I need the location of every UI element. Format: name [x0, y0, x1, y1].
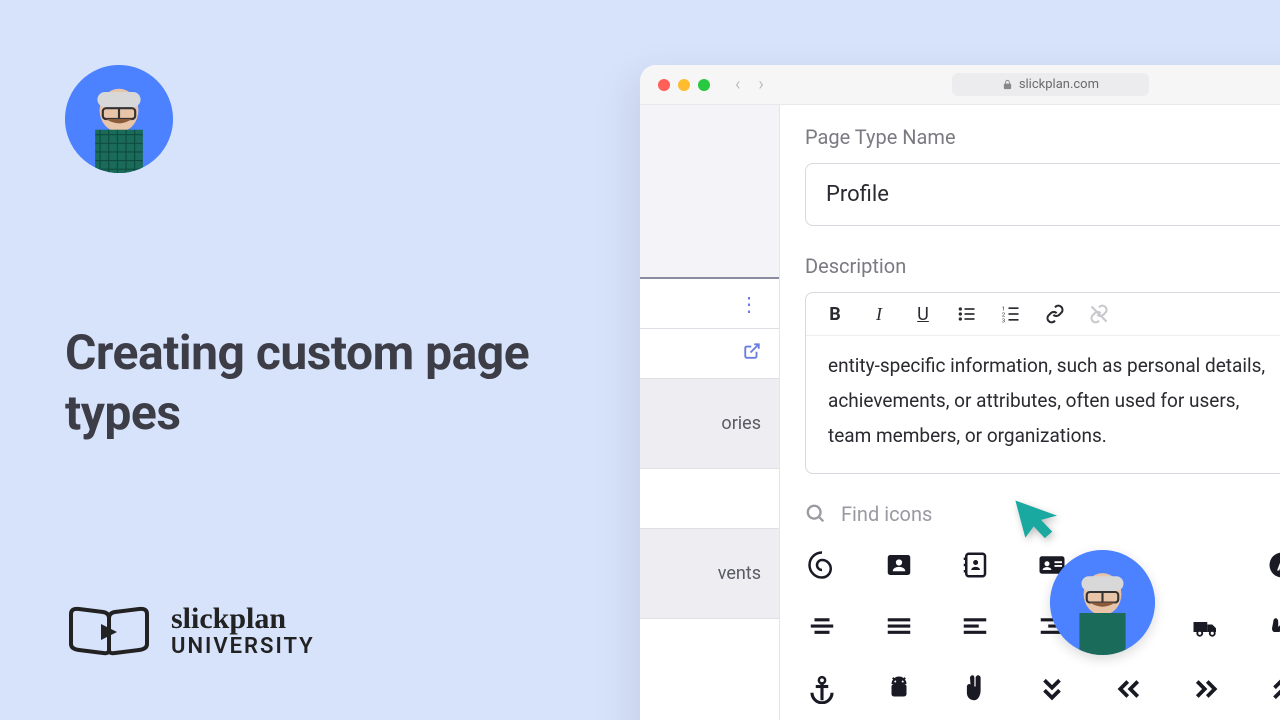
bullet-list-button[interactable] — [956, 303, 978, 325]
description-field-label: Description — [805, 254, 1280, 278]
italic-button[interactable]: I — [868, 303, 890, 325]
icon-option-spiral[interactable] — [805, 548, 839, 582]
book-play-icon — [65, 602, 153, 660]
svg-text:3: 3 — [1002, 318, 1005, 324]
back-button[interactable]: ‹ — [735, 74, 740, 95]
bold-button[interactable]: B — [824, 303, 846, 325]
icon-option-chevrons-left[interactable] — [1112, 672, 1146, 706]
open-external-icon[interactable] — [743, 342, 761, 365]
icon-option-align-left[interactable] — [958, 610, 992, 644]
browser-titlebar: ‹ › slickplan.com — [640, 65, 1280, 105]
icon-picker-grid: A — [805, 548, 1280, 706]
icon-option-chevrons-right[interactable] — [1189, 672, 1223, 706]
icon-option-anchor[interactable] — [805, 672, 839, 706]
forward-button: › — [758, 74, 763, 95]
unlink-button[interactable] — [1088, 303, 1110, 325]
icon-option-android[interactable] — [882, 672, 916, 706]
brand-lockup: slickplan UNIVERSITY — [65, 602, 315, 660]
sidebar-item-label[interactable]: ories — [721, 413, 761, 434]
search-icon — [805, 503, 827, 525]
minimize-icon[interactable] — [678, 79, 690, 91]
icon-option-align-justify[interactable] — [882, 610, 916, 644]
editor-toolbar: B I U 123 — [806, 293, 1280, 336]
icon-search-input[interactable]: Find icons — [841, 502, 932, 526]
link-button[interactable] — [1044, 303, 1066, 325]
icon-option-address-book[interactable] — [958, 548, 992, 582]
underline-button[interactable]: U — [912, 303, 934, 325]
brand-name: slickplan — [171, 604, 315, 634]
icon-option-id-card[interactable] — [882, 548, 916, 582]
brand-sub: UNIVERSITY — [171, 636, 315, 658]
icon-option-circle-a[interactable]: A — [1265, 548, 1280, 582]
lock-icon — [1002, 79, 1013, 90]
numbered-list-button[interactable]: 123 — [1000, 303, 1022, 325]
name-field-label: Page Type Name — [805, 125, 1280, 149]
icon-option-hidden — [1189, 548, 1223, 582]
presenter-avatar — [65, 65, 173, 173]
close-icon[interactable] — [658, 79, 670, 91]
address-bar[interactable]: slickplan.com — [952, 73, 1149, 96]
icon-option-truck[interactable] — [1189, 610, 1223, 644]
browser-window: ‹ › slickplan.com ⋮ ories vents Page Typ… — [640, 65, 1280, 720]
icon-option-align-center[interactable] — [805, 610, 839, 644]
description-text[interactable]: entity-specific information, such as per… — [806, 336, 1280, 473]
page-title: Creating custom page types — [65, 323, 575, 443]
zoom-icon[interactable] — [698, 79, 710, 91]
icon-option-peace[interactable] — [958, 672, 992, 706]
sidebar-item-label[interactable]: vents — [718, 563, 761, 584]
left-panel-sliver: ⋮ ories vents — [640, 105, 780, 720]
url-text: slickplan.com — [1019, 77, 1099, 92]
presenter-avatar-small — [1050, 550, 1155, 655]
icon-option-chevrons-up[interactable] — [1265, 672, 1280, 706]
page-type-name-input[interactable]: Profile — [805, 163, 1280, 226]
more-menu-icon[interactable]: ⋮ — [739, 292, 761, 316]
description-editor[interactable]: B I U 123 entity-specific information, s… — [805, 292, 1280, 474]
icon-option-chevrons-down[interactable] — [1035, 672, 1069, 706]
icon-option-asl[interactable] — [1265, 610, 1280, 644]
